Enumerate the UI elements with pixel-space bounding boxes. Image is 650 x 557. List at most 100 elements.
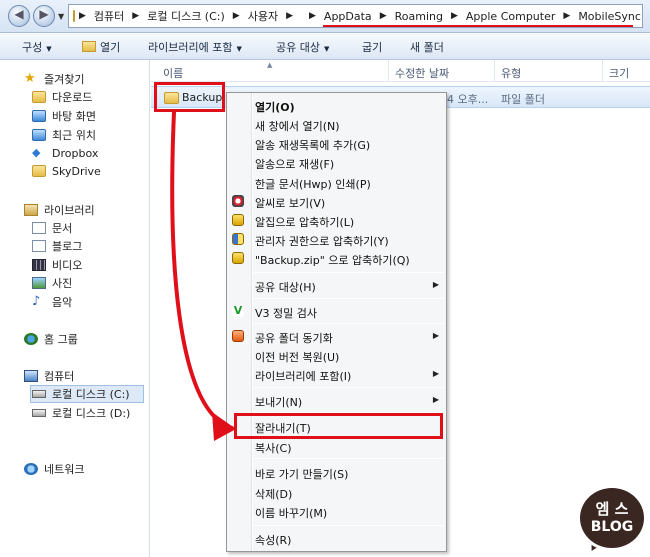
column-type[interactable]: 유형 — [501, 65, 521, 81]
new-folder-button[interactable]: 새 폴더 — [410, 39, 444, 55]
crumb-roaming[interactable]: Roaming — [395, 10, 443, 23]
libraries-icon — [24, 204, 38, 216]
sidebar-item-favorites[interactable]: ★ 즐겨찾기 — [24, 70, 84, 88]
menu-item-play-alsong[interactable]: 알송으로 재생(F) — [227, 153, 446, 172]
menu-item-compress-admin[interactable]: 관리자 권한으로 압축하기(Y) — [227, 230, 446, 249]
menu-item-open[interactable]: 열기(O) — [227, 96, 446, 115]
menu-item-share-with[interactable]: 공유 대상(H) ▶ — [227, 276, 446, 295]
open-button[interactable]: 열기 — [82, 39, 120, 55]
menu-item-create-shortcut[interactable]: 바로 가기 만들기(S) — [227, 463, 446, 482]
column-size[interactable]: 크기 — [609, 65, 629, 81]
menu-item-view-alsee[interactable]: 알씨로 보기(V) — [227, 192, 446, 211]
chevron-right-icon[interactable]: ▶ — [309, 11, 316, 21]
burn-label: 굽기 — [362, 41, 383, 54]
menu-item-delete[interactable]: 삭제(D) — [227, 483, 446, 502]
sidebar-item-downloads[interactable]: 다운로드 — [32, 88, 92, 106]
column-divider[interactable] — [494, 60, 495, 82]
menu-item-properties[interactable]: 속성(R) — [227, 529, 446, 548]
menu-item-send-to[interactable]: 보내기(N) ▶ — [227, 391, 446, 410]
sidebar-item-local-disk-c[interactable]: 로컬 디스크 (C:) — [30, 385, 144, 403]
sidebar-item-pictures[interactable]: 사진 — [32, 274, 72, 292]
pictures-icon — [32, 277, 46, 289]
sidebar-item-computer[interactable]: 컴퓨터 — [24, 367, 74, 385]
documents-icon — [32, 222, 46, 234]
dropbox-icon: ◆ — [32, 146, 41, 159]
sidebar-item-skydrive[interactable]: SkyDrive — [32, 162, 101, 180]
organize-button[interactable]: 구성 ▼ — [22, 39, 52, 55]
menu-item-label: 속성(R) — [255, 534, 292, 547]
menu-item-label: "Backup.zip" 으로 압축하기(Q) — [255, 254, 410, 267]
sidebar-item-local-disk-d[interactable]: 로컬 디스크 (D:) — [32, 404, 130, 422]
menu-item-label: V3 정밀 검사 — [255, 307, 317, 320]
chevron-right-icon[interactable]: ▶ — [380, 11, 387, 21]
crumb-apple-computer[interactable]: Apple Computer — [466, 10, 556, 23]
recent-pages-dropdown-icon[interactable]: ▼ — [58, 12, 64, 21]
back-button[interactable]: ◀ — [8, 5, 30, 27]
sidebar-item-label: Dropbox — [52, 146, 99, 160]
backup-highlight-annotation — [154, 82, 225, 112]
menu-item-v3-scan[interactable]: V V3 정밀 검사 — [227, 302, 446, 321]
sidebar-item-label: 홈 그룹 — [44, 333, 78, 346]
column-name[interactable]: 이름 — [163, 65, 183, 81]
menu-separator — [254, 272, 444, 273]
menu-item-compress-to-zip[interactable]: "Backup.zip" 으로 압축하기(Q) — [227, 249, 446, 268]
hard-drive-icon — [32, 390, 46, 398]
forward-button[interactable]: ▶ — [33, 5, 55, 27]
organize-label: 구성 — [22, 41, 43, 54]
alzip-shield-icon — [232, 233, 244, 245]
sidebar-item-label: 바탕 화면 — [52, 110, 96, 123]
sidebar-item-recent[interactable]: 최근 위치 — [32, 126, 96, 144]
sidebar-item-music[interactable]: ♪ 음악 — [32, 293, 72, 311]
chevron-right-icon[interactable]: ▶ — [451, 11, 458, 21]
submenu-arrow-icon: ▶ — [432, 369, 439, 378]
star-icon: ★ — [24, 71, 36, 86]
column-header-row: ▲ 이름 수정한 날짜 유형 크기 — [151, 60, 650, 82]
share-with-button[interactable]: 공유 대상 ▼ — [276, 39, 329, 55]
menu-item-open-new-window[interactable]: 새 창에서 열기(N) — [227, 115, 446, 134]
back-arrow-icon: ◀ — [14, 7, 24, 21]
sidebar-item-label: 컴퓨터 — [44, 370, 75, 383]
music-note-icon: ♪ — [32, 294, 41, 309]
sidebar-item-label: 음악 — [52, 296, 73, 309]
chevron-right-icon[interactable]: ▶ — [79, 11, 86, 21]
menu-item-add-alsong-playlist[interactable]: 알송 재생목록에 추가(G) — [227, 134, 446, 153]
menu-item-print-hwp[interactable]: 한글 문서(Hwp) 인쇄(P) — [227, 173, 446, 192]
sidebar-item-dropbox[interactable]: ◆ Dropbox — [32, 144, 98, 162]
menu-item-label: 바로 가기 만들기(S) — [255, 468, 349, 481]
menu-item-copy[interactable]: 복사(C) — [227, 437, 446, 456]
sidebar-item-homegroup[interactable]: 홈 그룹 — [24, 330, 78, 348]
menu-item-sync-shared-folder[interactable]: 공유 폴더 동기화 ▶ — [227, 327, 446, 346]
sidebar-item-blog[interactable]: 블로그 — [32, 237, 82, 255]
menu-item-compress-alzip[interactable]: 알집으로 압축하기(L) — [227, 211, 446, 230]
column-divider[interactable] — [388, 60, 389, 82]
chevron-right-icon[interactable]: ▶ — [233, 11, 240, 21]
chevron-right-icon[interactable]: ▶ — [563, 11, 570, 21]
sidebar-item-documents[interactable]: 문서 — [32, 219, 72, 237]
menu-separator — [254, 458, 444, 459]
menu-item-restore-previous[interactable]: 이전 버전 복원(U) — [227, 346, 446, 365]
hard-drive-icon — [32, 409, 46, 417]
column-divider[interactable] — [602, 60, 603, 82]
computer-icon — [24, 370, 38, 382]
crumb-computer[interactable]: 컴퓨터 — [94, 8, 124, 24]
crumb-appdata[interactable]: AppData — [324, 10, 372, 23]
burn-button[interactable]: 굽기 — [362, 39, 382, 55]
include-library-button[interactable]: 라이브러리에 포함 ▼ — [148, 39, 242, 55]
sidebar-item-network[interactable]: 네트워크 — [24, 460, 84, 478]
chevron-right-icon[interactable]: ▶ — [132, 11, 139, 21]
sidebar-item-video[interactable]: 비디오 — [32, 256, 82, 274]
dropdown-arrow-icon: ▼ — [323, 45, 330, 53]
menu-separator — [254, 323, 444, 324]
menu-item-rename[interactable]: 이름 바꾸기(M) — [227, 502, 446, 521]
menu-item-label: 공유 폴더 동기화 — [255, 332, 333, 345]
chevron-right-icon[interactable]: ▶ — [286, 11, 293, 21]
crumb-mobilesync[interactable]: MobileSync — [578, 10, 641, 23]
network-icon — [24, 463, 38, 475]
menu-item-label: 알송 재생목록에 추가(G) — [255, 139, 371, 152]
menu-item-include-library[interactable]: 라이브러리에 포함(I) ▶ — [227, 365, 446, 384]
sidebar-item-libraries[interactable]: 라이브러리 — [24, 201, 95, 219]
column-date-modified[interactable]: 수정한 날짜 — [395, 65, 449, 81]
crumb-local-disk-c[interactable]: 로컬 디스크 (C:) — [147, 8, 225, 24]
sidebar-item-desktop[interactable]: 바탕 화면 — [32, 107, 96, 125]
crumb-users[interactable]: 사용자 — [248, 8, 278, 24]
